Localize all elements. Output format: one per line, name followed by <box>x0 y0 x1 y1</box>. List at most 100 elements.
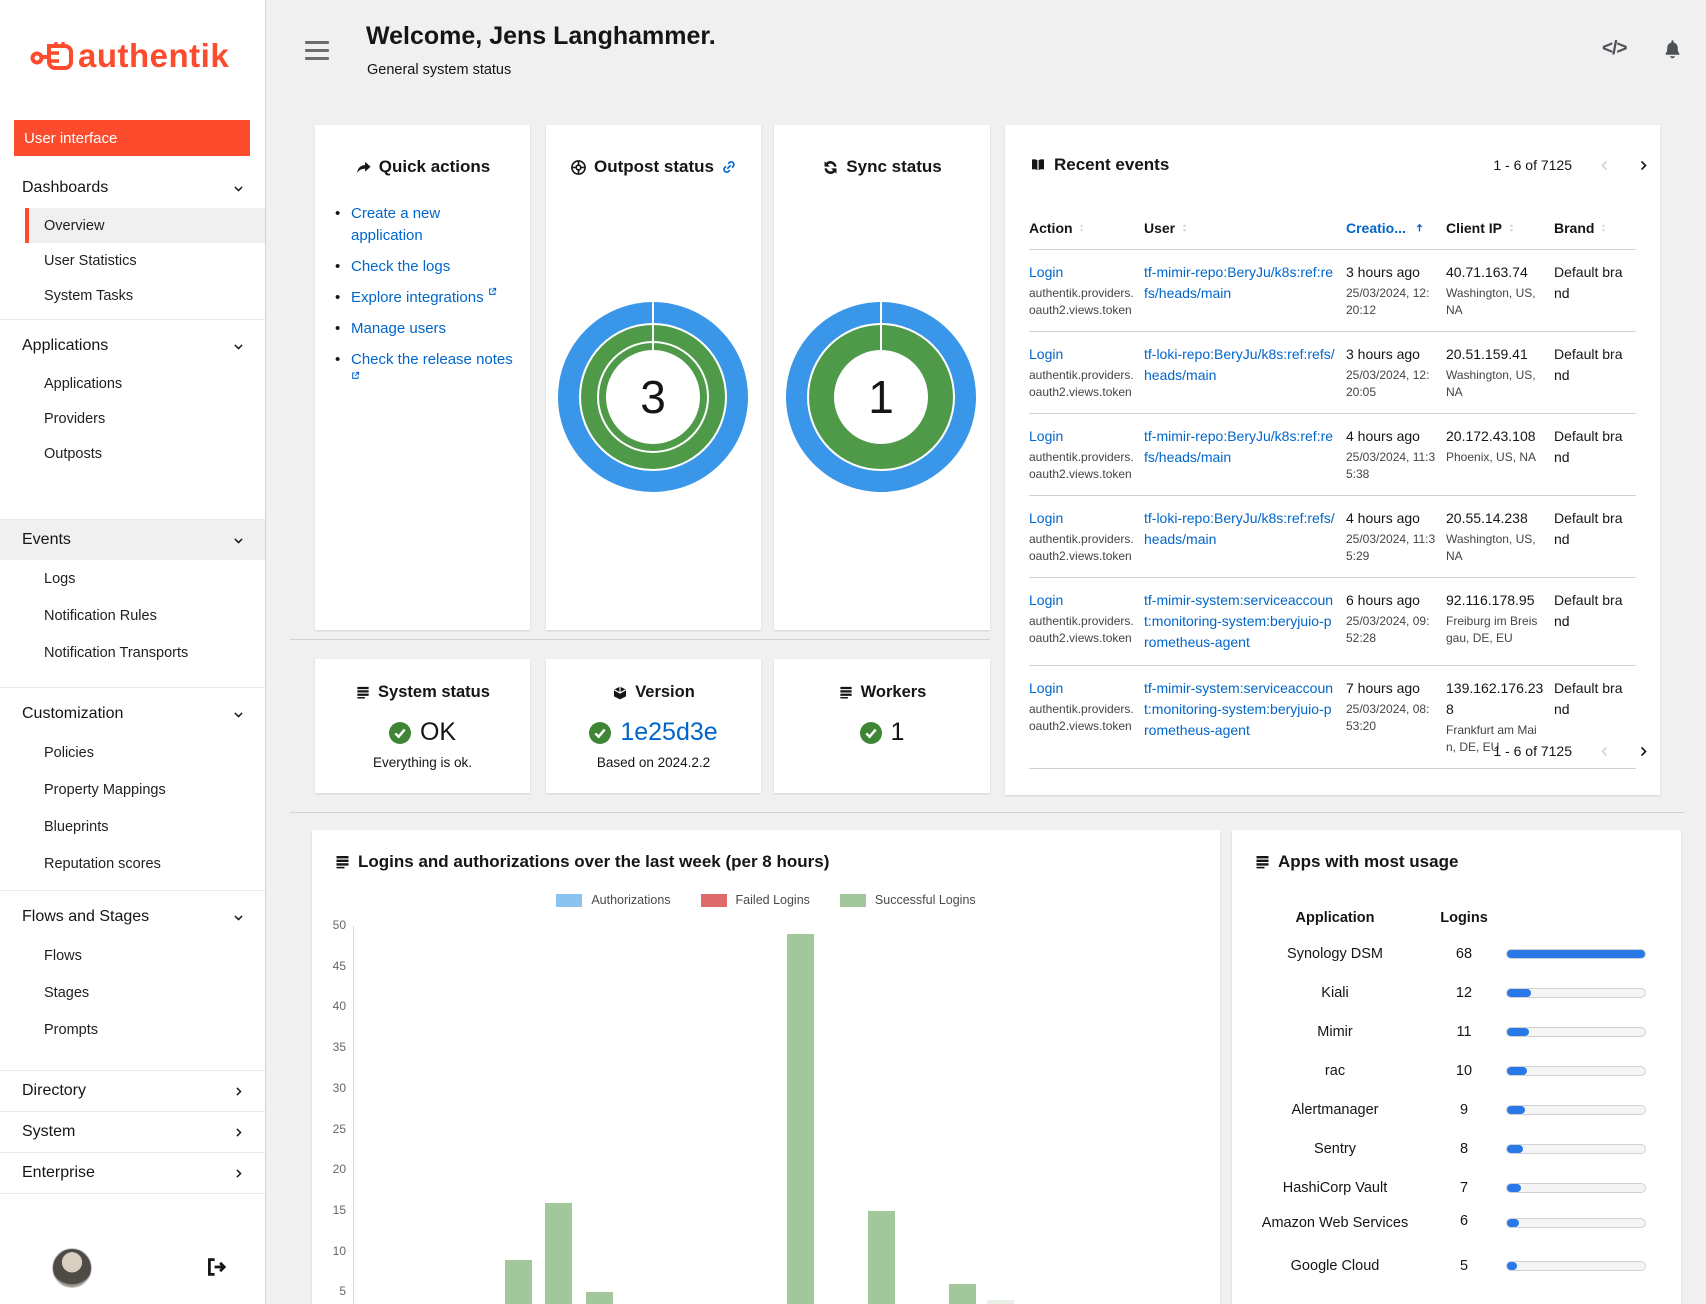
sidebar-item-prompts[interactable]: Prompts <box>0 1011 265 1048</box>
sidebar-section-applications[interactable]: Applications <box>0 326 265 366</box>
previous-page-icon[interactable] <box>1598 745 1611 758</box>
column-header-creation[interactable]: Creatio... <box>1346 210 1446 249</box>
chart-bar[interactable] <box>505 1260 532 1304</box>
notifications-bell-icon[interactable] <box>1662 38 1683 60</box>
sign-out-icon[interactable] <box>205 1256 227 1278</box>
sidebar-section-customization[interactable]: Customization <box>0 694 265 734</box>
api-code-icon[interactable]: </> <box>1602 38 1626 60</box>
check-circle-icon <box>389 722 411 744</box>
system-status-value: OK <box>420 718 456 747</box>
chevron-right-icon <box>232 1085 245 1098</box>
chart-bar[interactable] <box>545 1203 572 1304</box>
sidebar-item-overview[interactable]: Overview <box>25 208 265 243</box>
check-circle-icon <box>589 722 611 744</box>
pagination-top: 1 - 6 of 7125 <box>1493 157 1650 173</box>
pagination-label: 1 - 6 of 7125 <box>1493 157 1572 173</box>
version-card: Version 1e25d3e Based on 2024.2.2 <box>546 659 761 793</box>
chart-bar[interactable] <box>787 934 814 1304</box>
version-value-link[interactable]: 1e25d3e <box>620 718 717 747</box>
apps-usage-table: Application Logins Synology DSM68 Kiali1… <box>1245 902 1665 1285</box>
sidebar-section-system[interactable]: System <box>0 1112 265 1152</box>
avatar[interactable] <box>52 1248 92 1288</box>
event-action-link[interactable]: Login <box>1029 680 1063 696</box>
sidebar-item-logs[interactable]: Logs <box>0 560 265 597</box>
chart-bar[interactable] <box>987 1300 1014 1304</box>
link-release-notes[interactable]: Check the release notes <box>335 349 513 393</box>
sidebar-item-reputation-scores[interactable]: Reputation scores <box>0 845 265 882</box>
y-axis-tick: 15 <box>316 1203 346 1217</box>
event-row: Loginauthentik.providers.oauth2.views.to… <box>1029 496 1636 578</box>
event-user-link[interactable]: tf-loki-repo:BeryJu/k8s:ref:refs/heads/m… <box>1144 510 1335 547</box>
svg-text:authentik: authentik <box>78 37 229 74</box>
app-usage-row: Sentry8 <box>1245 1129 1665 1168</box>
sidebar-item-outposts[interactable]: Outposts <box>0 436 265 471</box>
y-axis-tick: 30 <box>316 1081 346 1095</box>
app-usage-row: Google Cloud5 <box>1245 1246 1665 1285</box>
app-usage-bar <box>1506 949 1646 959</box>
sidebar-item-providers[interactable]: Providers <box>0 401 265 436</box>
event-user-link[interactable]: tf-mimir-system:serviceaccount:monitorin… <box>1144 592 1333 650</box>
quick-actions-list: Create a new application Check the logs … <box>335 203 530 393</box>
event-action-link[interactable]: Login <box>1029 428 1063 444</box>
sidebar-section-enterprise[interactable]: Enterprise <box>0 1153 265 1193</box>
event-action-link[interactable]: Login <box>1029 346 1063 362</box>
column-header-action[interactable]: Action <box>1029 210 1144 249</box>
sidebar-item-property-mappings[interactable]: Property Mappings <box>0 771 265 808</box>
apps-usage-card: Apps with most usage Application Logins … <box>1232 830 1681 1304</box>
bundle-icon <box>612 685 628 701</box>
event-action-link[interactable]: Login <box>1029 592 1063 608</box>
app-usage-bar <box>1506 1105 1646 1115</box>
recent-events-table: Action User Creatio... Client IP Brand L… <box>1029 210 1636 769</box>
sidebar-section-directory[interactable]: Directory <box>0 1071 265 1111</box>
sidebar-item-flows[interactable]: Flows <box>0 937 265 974</box>
event-action-link[interactable]: Login <box>1029 264 1063 280</box>
sidebar-section-events[interactable]: Events <box>0 520 265 560</box>
next-page-icon[interactable] <box>1637 745 1650 758</box>
sidebar-item-user-statistics[interactable]: User Statistics <box>0 243 265 278</box>
sort-ascending-icon <box>1414 222 1425 234</box>
share-icon <box>355 159 372 176</box>
column-header-client-ip[interactable]: Client IP <box>1446 210 1554 249</box>
sidebar-item-stages[interactable]: Stages <box>0 974 265 1011</box>
chart-legend: Authorizations Failed Logins Successful … <box>312 893 1220 907</box>
divider <box>290 812 1684 813</box>
hamburger-menu-icon[interactable] <box>305 41 329 62</box>
link-check-logs[interactable]: Check the logs <box>335 256 513 278</box>
sync-status-card: Sync status 1 <box>774 125 990 630</box>
sidebar-item-notification-rules[interactable]: Notification Rules <box>0 597 265 634</box>
chevron-down-icon <box>232 340 245 353</box>
event-user-link[interactable]: tf-loki-repo:BeryJu/k8s:ref:refs/heads/m… <box>1144 346 1335 383</box>
event-user-link[interactable]: tf-mimir-system:serviceaccount:monitorin… <box>1144 680 1333 738</box>
recent-events-card: Recent events 1 - 6 of 7125 Action User … <box>1005 125 1660 795</box>
sidebar-item-blueprints[interactable]: Blueprints <box>0 808 265 845</box>
user-interface-button[interactable]: User interface <box>14 120 250 156</box>
link-explore-integrations[interactable]: Explore integrations <box>335 287 513 309</box>
divider <box>290 639 990 640</box>
sidebar-section-dashboards[interactable]: Dashboards <box>0 168 265 208</box>
external-link-icon <box>351 371 360 380</box>
sidebar-item-policies[interactable]: Policies <box>0 734 265 771</box>
event-user-link[interactable]: tf-mimir-repo:BeryJu/k8s:ref:refs/heads/… <box>1144 428 1333 465</box>
column-header-user[interactable]: User <box>1144 210 1346 249</box>
sidebar-section-flows-and-stages[interactable]: Flows and Stages <box>0 897 265 937</box>
y-axis-tick: 10 <box>316 1244 346 1258</box>
chart-bar[interactable] <box>586 1292 613 1304</box>
link-manage-users[interactable]: Manage users <box>335 318 513 340</box>
event-user-link[interactable]: tf-mimir-repo:BeryJu/k8s:ref:refs/heads/… <box>1144 264 1333 301</box>
chart-bar[interactable] <box>949 1284 976 1304</box>
sidebar-item-notification-transports[interactable]: Notification Transports <box>0 634 265 671</box>
event-action-link[interactable]: Login <box>1029 510 1063 526</box>
link-icon[interactable] <box>721 159 737 175</box>
chevron-right-icon <box>232 1126 245 1139</box>
app-usage-bar <box>1506 1027 1646 1037</box>
column-header-brand[interactable]: Brand <box>1554 210 1636 249</box>
sidebar-item-applications[interactable]: Applications <box>0 366 265 401</box>
workers-title: Workers <box>861 683 927 702</box>
event-row: Loginauthentik.providers.oauth2.views.to… <box>1029 414 1636 496</box>
sidebar-item-system-tasks[interactable]: System Tasks <box>0 278 265 313</box>
chart-bar[interactable] <box>868 1211 895 1304</box>
authentik-logo-icon: authentik <box>30 31 235 77</box>
next-page-icon[interactable] <box>1637 159 1650 172</box>
link-create-application[interactable]: Create a new application <box>335 203 513 247</box>
previous-page-icon[interactable] <box>1598 159 1611 172</box>
